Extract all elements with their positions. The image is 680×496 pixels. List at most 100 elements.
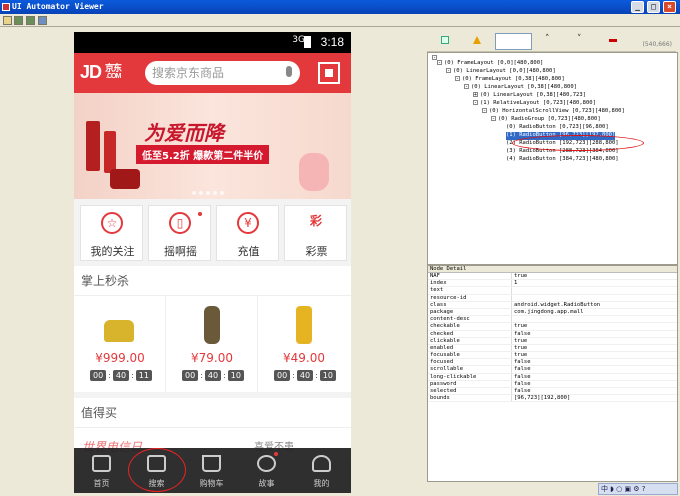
tree-node[interactable]: - (0) FrameLayout [0,0][480,800]: [437, 60, 543, 68]
search-field[interactable]: [495, 33, 532, 50]
open-folder-icon[interactable]: [3, 16, 12, 25]
device-screenshot-compressed-icon[interactable]: [26, 16, 35, 25]
minimize-button[interactable]: _: [631, 1, 644, 13]
table-row[interactable]: password false: [428, 380, 677, 388]
table-row[interactable]: long-clickable false: [428, 373, 677, 381]
countdown-timer: 00:40:11: [90, 370, 152, 381]
quick-entry-lottery[interactable]: 彩 彩票: [284, 205, 347, 261]
table-row[interactable]: scrollable false: [428, 366, 677, 374]
tree-node[interactable]: - (0) HorizontalScrollView [0,723][480,80…: [482, 108, 625, 116]
deal-item[interactable]: ¥79.00 00:40:10: [166, 296, 258, 392]
chevron-up-icon[interactable]: ˄: [545, 35, 553, 44]
nav-label: 购物车: [199, 479, 224, 488]
status-time: 3:18: [320, 35, 344, 49]
quick-entry-recharge[interactable]: ¥ 充值: [216, 205, 279, 261]
expand-all-icon[interactable]: [441, 36, 449, 44]
quick-entry-follow[interactable]: ☆ 我的关注: [80, 205, 143, 261]
warning-icon[interactable]: [473, 36, 481, 44]
cursor-coordinates: (540,666): [642, 41, 673, 48]
deal-price: ¥79.00: [191, 351, 233, 365]
phone-shake-icon: ▯: [169, 212, 191, 234]
node-detail-header: Node Detail: [428, 266, 677, 273]
table-row[interactable]: checked false: [428, 330, 677, 338]
inspector-panel: ˄ ˅ (540,666) - - (0) FrameLayout [0,0][4…: [425, 28, 680, 496]
tree-node[interactable]: - (1) RelativeLayout [0,723][480,800]: [473, 100, 596, 108]
nav-home[interactable]: 首页: [74, 448, 129, 493]
node-detail-table: Node Detail NAF true index 1 text resource…: [427, 265, 678, 482]
tree-node[interactable]: - (0) RadioGroup [0,723][480,800]: [491, 116, 601, 124]
app-icon: [2, 3, 10, 11]
microphone-icon[interactable]: [286, 66, 292, 77]
nav-label: 首页: [93, 479, 110, 488]
tree-node[interactable]: + (0) LinearLayout [0,38][480,723]: [473, 92, 586, 100]
deal-item[interactable]: ¥999.00 00:40:11: [74, 296, 166, 392]
product-image: [104, 131, 116, 173]
nav-cart[interactable]: 购物车: [184, 448, 239, 493]
selection-highlight: [128, 448, 186, 492]
clear-icon[interactable]: [609, 39, 617, 42]
quick-entry-shake[interactable]: ▯ 摇啊摇: [148, 205, 211, 261]
lottery-icon: 彩: [309, 214, 322, 228]
quick-entry-row: ☆ 我的关注 ▯ 摇啊摇 ¥ 充值 彩 彩票: [74, 205, 351, 263]
bottom-navigation: 首页 搜索 购物车 故事 我的: [74, 448, 351, 493]
save-icon[interactable]: [38, 16, 47, 25]
nav-me[interactable]: 我的: [294, 448, 349, 493]
qr-scan-icon[interactable]: [318, 62, 340, 84]
star-icon: ☆: [101, 212, 123, 234]
table-row[interactable]: class android.widget.RadioButton: [428, 301, 677, 309]
quick-entry-label: 彩票: [305, 245, 328, 258]
tree-node[interactable]: - (0) LinearLayout [0,0][480,800]: [446, 68, 556, 76]
table-row[interactable]: index 1: [428, 280, 677, 288]
input-method-tray[interactable]: 中 ◗ ○ ▣ ⚙ ?: [598, 483, 678, 495]
nav-story[interactable]: 故事: [239, 448, 294, 493]
table-row[interactable]: enabled true: [428, 344, 677, 353]
banner-headline: 为爱而降: [144, 121, 224, 145]
nav-label: 我的: [313, 479, 330, 488]
close-button[interactable]: ×: [663, 1, 676, 13]
table-row[interactable]: package com.jingdong.app.mall: [428, 308, 677, 317]
table-row[interactable]: text: [428, 287, 677, 295]
device-screenshot-icon[interactable]: [14, 16, 23, 25]
table-row[interactable]: selected false: [428, 388, 677, 396]
yen-icon: ¥: [237, 212, 259, 234]
maximize-button[interactable]: □: [647, 1, 660, 13]
status-bar: 3G 3:18: [74, 32, 351, 53]
hierarchy-tree[interactable]: - - (0) FrameLayout [0,0][480,800] - (0) L…: [427, 52, 678, 265]
window-titlebar: UI Automator Viewer _ □ ×: [0, 0, 680, 14]
tree-toolbar: ˄ ˅ (540,666): [427, 30, 676, 52]
chevron-down-icon[interactable]: ˅: [577, 35, 585, 44]
product-image: [86, 121, 100, 171]
countdown-timer: 00:40:10: [182, 370, 244, 381]
deal-item[interactable]: ¥49.00 00:40:10: [258, 296, 350, 392]
jd-logo: JD 京东 .COM: [80, 62, 122, 82]
table-row[interactable]: focusable true: [428, 352, 677, 360]
table-row[interactable]: resource-id: [428, 294, 677, 302]
deal-price: ¥49.00: [283, 351, 325, 365]
promo-banner[interactable]: 为爱而降 低至5.2折 爆款第二件半价: [74, 93, 351, 199]
quick-entry-label: 摇啊摇: [164, 245, 197, 258]
quick-entry-label: 充值: [237, 245, 260, 258]
tree-node[interactable]: - (0) LinearLayout [0,38][480,800]: [464, 84, 577, 92]
flash-sale-list: ¥999.00 00:40:11 ¥79.00 00:40:10 ¥49.00 …: [74, 296, 351, 392]
notification-dot: [198, 212, 202, 216]
deal-price: ¥999.00: [95, 351, 145, 365]
selection-annotation: [512, 135, 644, 151]
shaver-image: [204, 306, 220, 344]
tree-node[interactable]: (4) RadioButton [384,723][480,800]: [506, 156, 619, 164]
oil-bottle-image: [296, 306, 312, 344]
window-title: UI Automator Viewer: [12, 2, 104, 11]
table-row[interactable]: bounds [96,723][192,800]: [428, 395, 677, 403]
app-header: JD 京东 .COM 搜索京东商品: [74, 53, 351, 93]
table-row[interactable]: focused false: [428, 359, 677, 367]
tree-node[interactable]: - (0) FrameLayout [0,38][480,800]: [455, 76, 565, 84]
search-placeholder: 搜索京东商品: [152, 66, 225, 80]
search-input[interactable]: 搜索京东商品: [145, 61, 300, 85]
table-row[interactable]: clickable true: [428, 337, 677, 345]
table-row[interactable]: NAF true: [428, 273, 677, 281]
tree-node[interactable]: (0) RadioButton [0,723][96,800]: [506, 124, 609, 132]
table-row[interactable]: content-desc: [428, 316, 677, 324]
table-row[interactable]: checkable true: [428, 323, 677, 331]
countdown-timer: 00:40:10: [274, 370, 336, 381]
flash-sale-title[interactable]: 掌上秒杀: [74, 266, 351, 296]
device-screen[interactable]: 3G 3:18 JD 京东 .COM 搜索京东商品 为爱而降 低至5.2折 爆款…: [74, 32, 351, 493]
